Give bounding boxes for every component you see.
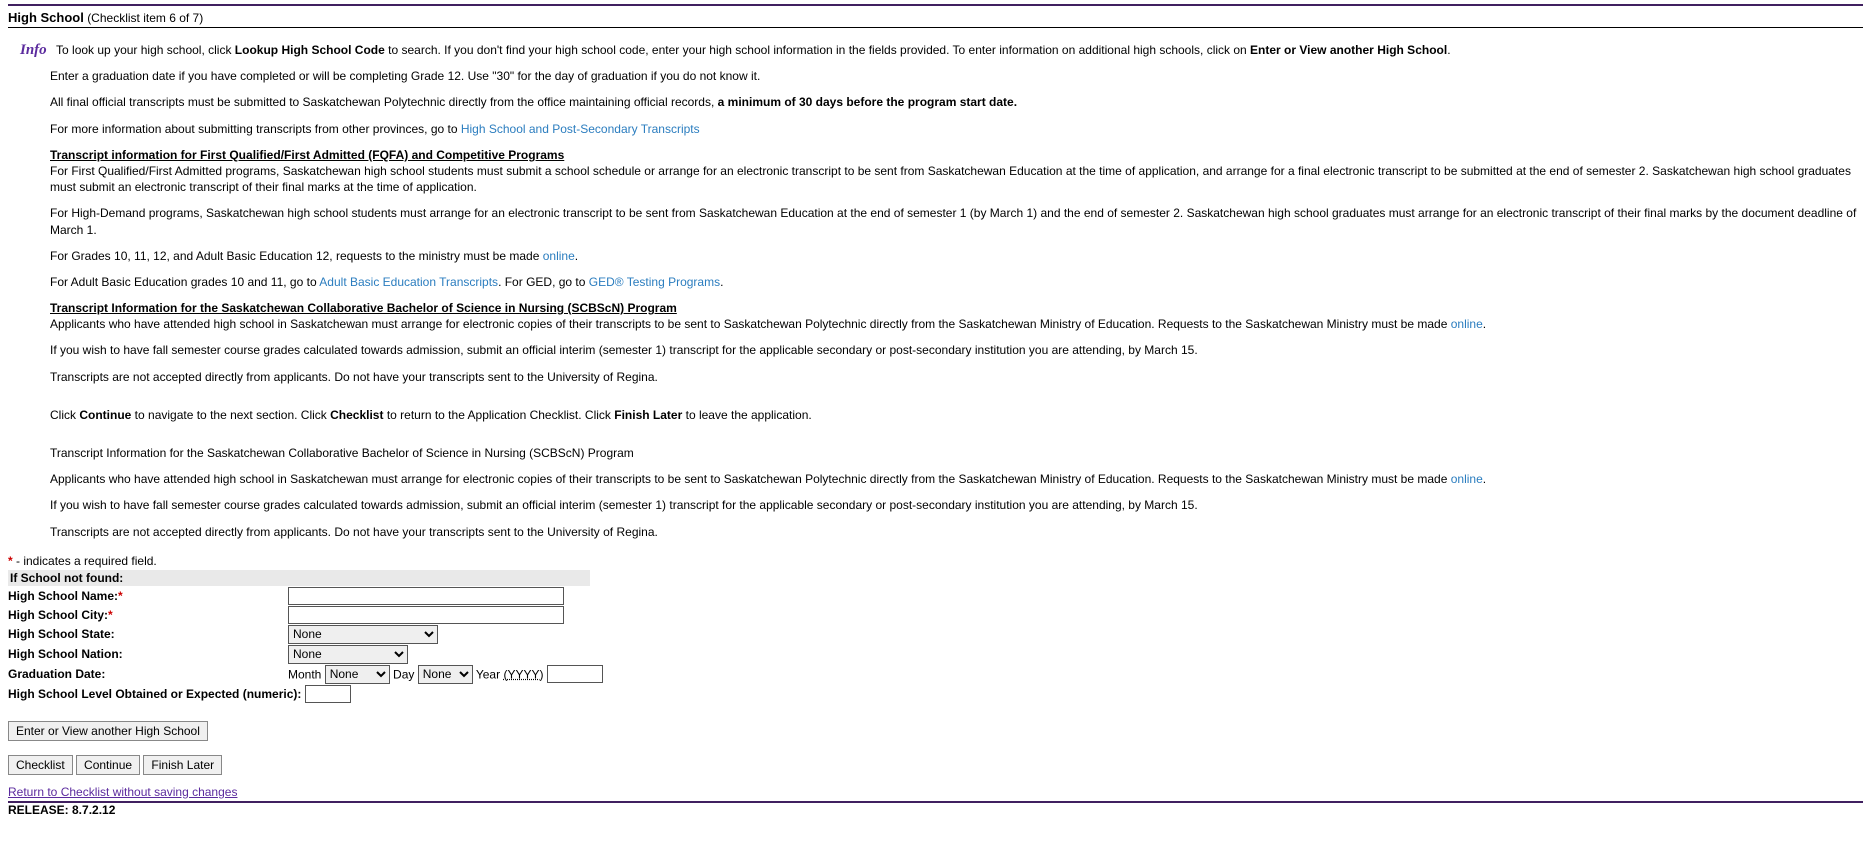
transcripts-link[interactable]: High School and Post-Secondary Transcrip… (461, 122, 700, 136)
hs-level-label: High School Level Obtained or Expected (… (8, 687, 301, 701)
info-p2: Enter a graduation date if you have comp… (50, 68, 1863, 84)
grad-day-select[interactable]: None (418, 665, 473, 684)
checklist-button[interactable]: Checklist (8, 755, 73, 775)
hs-level-input[interactable] (305, 685, 351, 703)
hs-nation-label: High School Nation: (8, 647, 288, 661)
return-without-saving-link[interactable]: Return to Checklist without saving chang… (8, 785, 237, 799)
info-p1: To look up your high school, click Looku… (56, 42, 1849, 58)
continue-button[interactable]: Continue (76, 755, 140, 775)
hs-city-label: High School City: (8, 608, 108, 622)
month-label: Month (288, 667, 321, 681)
info-p15: If you wish to have fall semester course… (50, 497, 1863, 513)
hs-nation-select[interactable]: None (288, 645, 408, 664)
hs-city-input[interactable] (288, 606, 564, 624)
grad-year-input[interactable] (547, 665, 603, 683)
info-p3: All final official transcripts must be s… (50, 94, 1863, 110)
ged-link[interactable]: GED® Testing Programs (589, 275, 720, 289)
online-link-1[interactable]: online (543, 249, 575, 263)
grad-date-label: Graduation Date: (8, 667, 288, 681)
hs-state-label: High School State: (8, 627, 288, 641)
heading-fqfa: Transcript information for First Qualifi… (50, 148, 564, 162)
info-p16: Transcripts are not accepted directly fr… (50, 524, 1863, 540)
online-link-2[interactable]: online (1451, 317, 1483, 331)
year-label: Year (476, 667, 500, 681)
release-label: RELEASE: 8.7.2.12 (8, 801, 1863, 817)
day-label: Day (393, 667, 414, 681)
info-p9: Applicants who have attended high school… (50, 316, 1863, 332)
required-note: * - indicates a required field. (8, 554, 1863, 568)
info-p6: For High-Demand programs, Saskatchewan h… (50, 205, 1863, 237)
info-p8: For Adult Basic Education grades 10 and … (50, 274, 1863, 290)
info-icon-label: Info (20, 42, 47, 59)
page-subtitle: (Checklist item 6 of 7) (87, 11, 203, 25)
info-p13: Transcript Information for the Saskatche… (50, 445, 1863, 461)
hs-name-input[interactable] (288, 587, 564, 605)
abe-transcripts-link[interactable]: Adult Basic Education Transcripts (319, 275, 498, 289)
page-header: High School (Checklist item 6 of 7) (8, 6, 1863, 28)
section-if-not-found: If School not found: (8, 570, 590, 586)
page-title: High School (8, 10, 84, 25)
info-p14: Applicants who have attended high school… (50, 471, 1863, 487)
hs-state-select[interactable]: None (288, 625, 438, 644)
year-hint: (YYYY) (503, 667, 543, 681)
heading-scbscn: Transcript Information for the Saskatche… (50, 301, 677, 315)
info-p12: Click Continue to navigate to the next s… (50, 407, 1863, 423)
finish-later-button[interactable]: Finish Later (143, 755, 222, 775)
grad-month-select[interactable]: None (325, 665, 390, 684)
enter-view-another-button[interactable]: Enter or View another High School (8, 721, 208, 741)
info-p11: Transcripts are not accepted directly fr… (50, 369, 1863, 385)
info-p7: For Grades 10, 11, 12, and Adult Basic E… (50, 248, 1863, 264)
hs-name-label: High School Name: (8, 589, 118, 603)
info-p10: If you wish to have fall semester course… (50, 342, 1863, 358)
info-p4: For more information about submitting tr… (50, 121, 1863, 137)
online-link-3[interactable]: online (1451, 472, 1483, 486)
info-p5: For First Qualified/First Admitted progr… (50, 163, 1863, 195)
